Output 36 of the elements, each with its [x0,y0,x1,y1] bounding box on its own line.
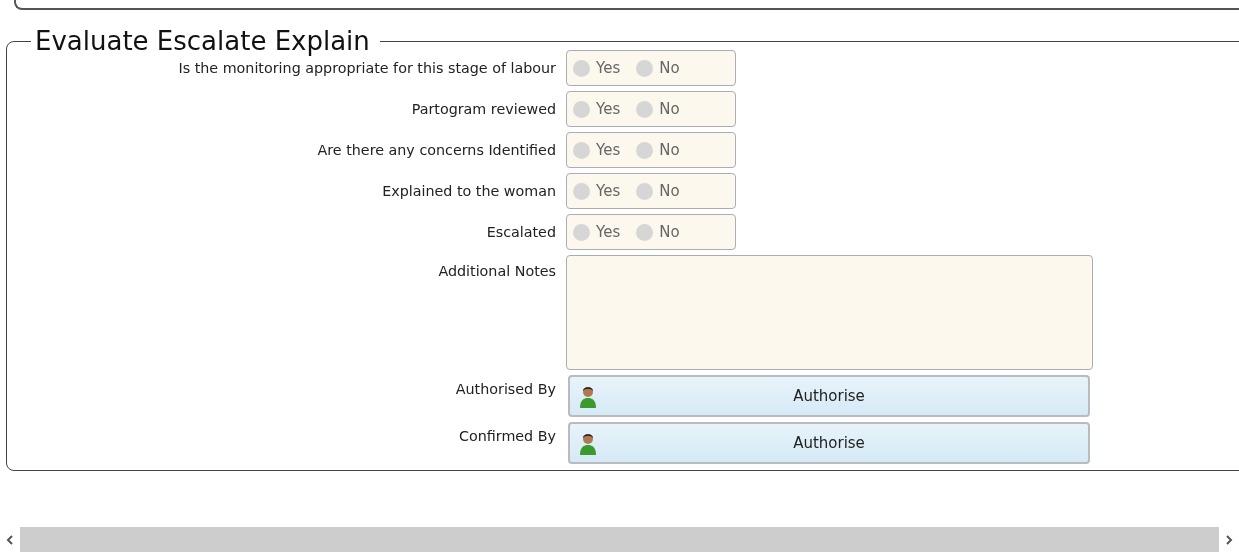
radio-option[interactable]: No [636,59,680,77]
signature-label: Confirmed By [457,427,556,444]
radio-option[interactable]: Yes [573,100,621,118]
radio-icon[interactable] [636,100,654,118]
radio-option[interactable]: Yes [573,182,621,200]
signature-label: Authorised By [454,380,556,397]
question-label: Explained to the woman [381,183,556,199]
question-label: Are there any concerns Identified [316,142,556,158]
section-title: Evaluate Escalate Explain [34,26,371,56]
notes-label: Additional Notes [437,262,556,279]
radio-option[interactable]: No [636,100,680,118]
question-label: Partogram reviewed [410,101,556,117]
radio-option[interactable]: No [636,141,680,159]
radio-option[interactable]: Yes [573,59,621,77]
radio-icon[interactable] [573,223,590,241]
radio-icon[interactable] [573,59,590,77]
radio-option[interactable]: Yes [573,223,621,241]
radio-icon[interactable] [573,141,590,159]
scroll-left-icon[interactable] [6,533,14,546]
radio-option[interactable]: No [636,182,680,200]
authorise-button[interactable]: Authorise [568,375,1090,417]
radio-option[interactable]: No [636,223,680,241]
radio-option[interactable]: Yes [573,141,621,159]
user-icon [578,384,598,408]
radio-icon[interactable] [636,223,654,241]
notes-field[interactable] [566,255,1093,370]
question-label: Escalated [485,224,556,240]
user-icon [578,431,598,455]
radio-icon[interactable] [573,182,590,200]
radio-icon[interactable] [573,100,590,118]
authorise-button[interactable]: Authorise [568,422,1090,464]
radio-icon[interactable] [636,141,654,159]
scroll-right-icon[interactable] [1225,533,1233,546]
radio-icon[interactable] [636,59,654,77]
question-label: Is the monitoring appropriate for this stage of labour [177,60,556,76]
radio-icon[interactable] [636,182,654,200]
